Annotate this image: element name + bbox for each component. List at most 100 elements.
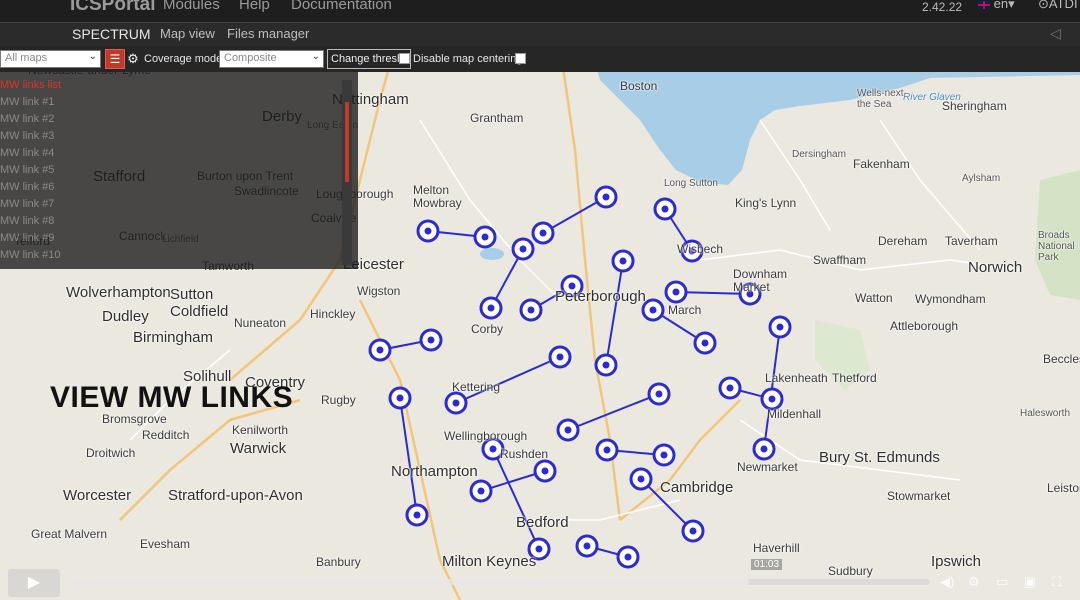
- mw-link-endpoint[interactable]: [533, 459, 557, 483]
- place-label: Dersingham: [792, 149, 846, 160]
- nav-help[interactable]: Help: [239, 0, 270, 13]
- place-label: Broads National Park: [1038, 230, 1075, 263]
- user-menu[interactable]: ⊙ATDI: [1038, 0, 1078, 12]
- progress-fill: [70, 579, 750, 585]
- mw-link-endpoint[interactable]: [718, 376, 742, 400]
- mw-link-endpoint[interactable]: [693, 331, 717, 355]
- place-label: Aylsham: [962, 173, 1001, 184]
- nav-modules[interactable]: Modules: [163, 0, 220, 13]
- mw-link-endpoint[interactable]: [419, 328, 443, 352]
- place-label: Wigston: [357, 284, 401, 298]
- place-label: March: [668, 303, 702, 317]
- disable-centering-checkbox[interactable]: [515, 53, 526, 64]
- mw-link-endpoint[interactable]: [388, 386, 412, 410]
- mw-link-endpoint[interactable]: [629, 467, 653, 491]
- send-icon[interactable]: ◁: [1050, 25, 1061, 42]
- mw-link-item[interactable]: MW link #10: [0, 249, 61, 261]
- mw-link-endpoint[interactable]: [595, 438, 619, 462]
- progress-track[interactable]: [70, 579, 930, 585]
- mw-link-endpoint[interactable]: [479, 296, 503, 320]
- mw-link-endpoint[interactable]: [616, 545, 640, 569]
- mw-link-item[interactable]: MW link #4: [0, 147, 54, 159]
- mw-link-line[interactable]: [399, 397, 418, 516]
- tab-map-view[interactable]: Map view: [160, 26, 215, 41]
- place-label: Kettering: [452, 380, 501, 394]
- mw-link-item[interactable]: MW link #2: [0, 113, 54, 125]
- mw-link-endpoint[interactable]: [664, 280, 688, 304]
- place-label: Rushden: [500, 447, 549, 461]
- place-label: Leiston: [1047, 481, 1080, 495]
- mw-link-item[interactable]: MW link #9: [0, 232, 54, 244]
- mw-link-endpoint[interactable]: [594, 185, 618, 209]
- place-label: Dereham: [878, 234, 928, 248]
- place-label: Nuneaton: [234, 316, 287, 330]
- play-button[interactable]: ▶: [8, 569, 60, 597]
- tab-files-manager[interactable]: Files manager: [227, 26, 309, 41]
- mw-link-line[interactable]: [605, 260, 624, 366]
- user-icon: ⊙: [1038, 0, 1049, 11]
- mw-link-endpoint[interactable]: [611, 249, 635, 273]
- maps-select[interactable]: All maps ⌄: [0, 50, 101, 68]
- play-icon: ▶: [27, 574, 41, 591]
- coverage-mode-label: Coverage mode:: [144, 53, 226, 65]
- place-label: Kenilworth: [232, 423, 289, 437]
- mw-link-endpoint[interactable]: [531, 221, 555, 245]
- place-label: Redditch: [142, 428, 190, 442]
- mw-link-endpoint[interactable]: [594, 353, 618, 377]
- mw-link-item[interactable]: MW link #1: [0, 96, 54, 108]
- place-label: Stratford-upon-Avon: [168, 487, 303, 504]
- mw-link-endpoint[interactable]: [641, 298, 665, 322]
- mw-link-item[interactable]: MW link #8: [0, 215, 54, 227]
- mw-link-endpoint[interactable]: [473, 225, 497, 249]
- settings-icon[interactable]: ⚙: [968, 574, 980, 590]
- mw-link-item[interactable]: MW link #5: [0, 164, 54, 176]
- settings-button[interactable]: ⚙: [126, 49, 140, 69]
- mw-link-item[interactable]: MW link #6: [0, 181, 54, 193]
- mw-link-endpoint[interactable]: [652, 443, 676, 467]
- list-button[interactable]: ☰: [105, 49, 125, 69]
- language-selector[interactable]: en▾: [978, 0, 1015, 12]
- time-tooltip: 01:03: [751, 559, 783, 570]
- place-label: Evesham: [140, 537, 191, 551]
- panel-title: MW links list: [0, 79, 62, 91]
- cast-icon[interactable]: ▭: [996, 574, 1008, 590]
- panel-scrollbar-thumb[interactable]: [345, 102, 349, 182]
- place-label: Taverham: [945, 234, 998, 248]
- mw-link-endpoint[interactable]: [405, 503, 429, 527]
- mw-link-line[interactable]: [492, 448, 540, 550]
- mw-link-line[interactable]: [567, 393, 660, 431]
- mw-link-endpoint[interactable]: [519, 298, 543, 322]
- mw-link-endpoint[interactable]: [416, 219, 440, 243]
- map-toolbar: All maps ⌄ ☰ ⚙ Coverage mode: Composite …: [0, 46, 1080, 72]
- flag-uk-icon: [978, 0, 990, 9]
- tab-spectrum[interactable]: SPECTRUM: [72, 26, 151, 42]
- mw-link-endpoint[interactable]: [548, 345, 572, 369]
- coverage-mode-select[interactable]: Composite ⌄: [219, 50, 324, 68]
- fullscreen-icon[interactable]: ⛶: [1052, 574, 1061, 590]
- place-label: Attleborough: [890, 319, 959, 333]
- mw-link-endpoint[interactable]: [556, 418, 580, 442]
- disable-centering-label: Disable map centering: [413, 53, 523, 65]
- mw-link-endpoint[interactable]: [444, 391, 468, 415]
- mw-link-endpoint[interactable]: [653, 197, 677, 221]
- place-label: Wolverhampton: [66, 284, 171, 301]
- mw-link-endpoint[interactable]: [760, 387, 784, 411]
- place-label: Wisbech: [677, 242, 724, 256]
- mw-link-endpoint[interactable]: [368, 338, 392, 362]
- change-thresh-checkbox[interactable]: [399, 53, 410, 64]
- brand-logo[interactable]: ICSPortal: [70, 0, 156, 16]
- mw-link-item[interactable]: MW link #7: [0, 198, 54, 210]
- miniplayer-icon[interactable]: ▣: [1024, 574, 1036, 590]
- volume-icon[interactable]: ◀): [940, 574, 954, 590]
- mw-link-endpoint[interactable]: [647, 382, 671, 406]
- mw-link-endpoint[interactable]: [681, 519, 705, 543]
- mw-link-endpoint[interactable]: [752, 437, 776, 461]
- place-label: Downham Market: [733, 267, 788, 295]
- mw-link-endpoint[interactable]: [511, 237, 535, 261]
- mw-link-endpoint[interactable]: [768, 315, 792, 339]
- mw-link-endpoint[interactable]: [469, 479, 493, 503]
- nav-documentation[interactable]: Documentation: [291, 0, 392, 13]
- mw-link-endpoint[interactable]: [575, 534, 599, 558]
- place-label: Fakenham: [853, 157, 910, 171]
- mw-link-item[interactable]: MW link #3: [0, 130, 54, 142]
